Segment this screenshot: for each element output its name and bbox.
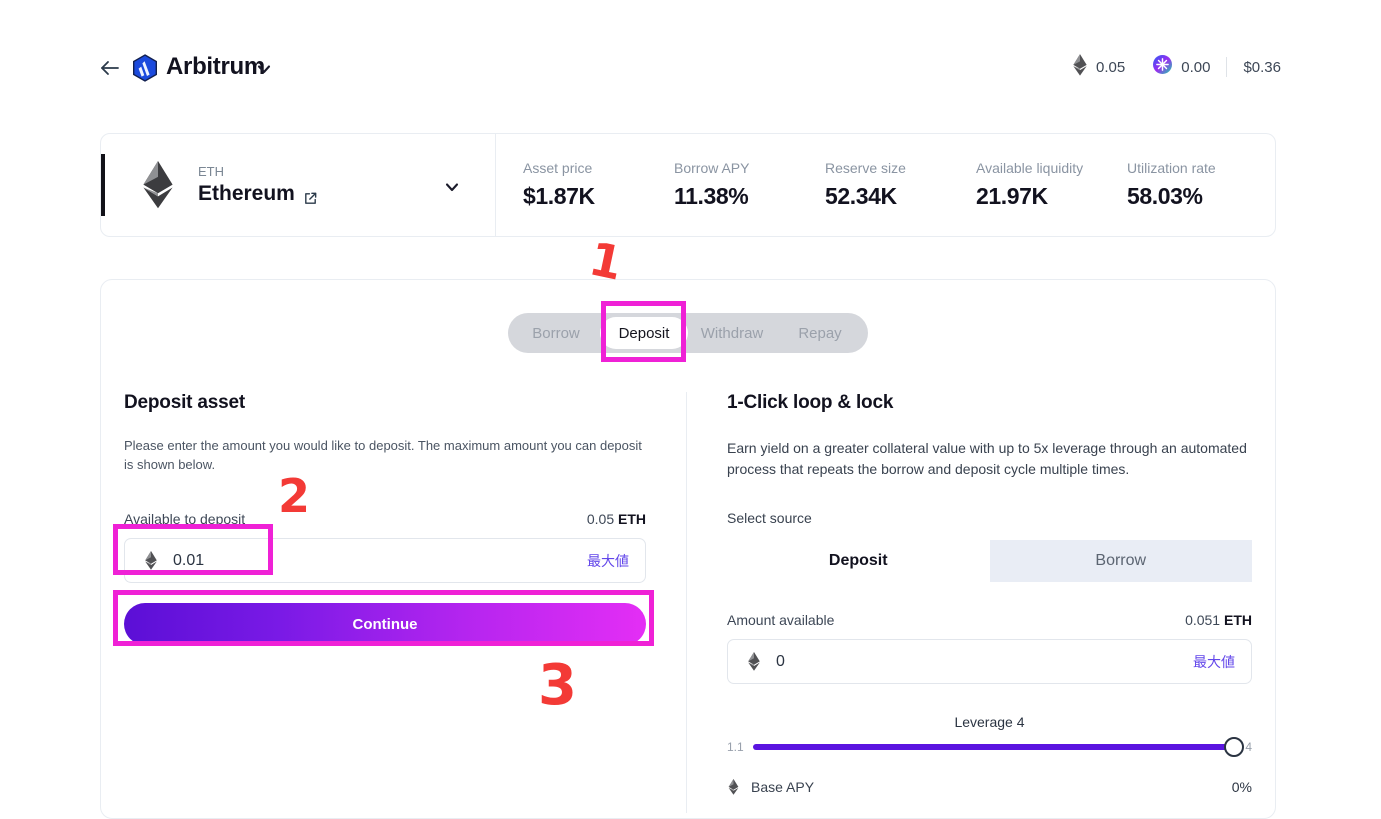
loop-and-lock-section: 1-Click loop & lock Earn yield on a grea… — [727, 392, 1252, 795]
stat-utilization-rate: Utilization rate 58.03% — [1127, 159, 1216, 211]
stat-borrow-apy: Borrow APY 11.38% — [674, 159, 825, 211]
leverage-slider-row: 1.1 4 — [727, 737, 1252, 757]
amount-available-section: Amount available 0.051 ETH 最大値 — [727, 612, 1252, 684]
asset-stats: Asset price $1.87K Borrow APY 11.38% Res… — [496, 134, 1275, 236]
base-apy-label: Base APY — [751, 779, 815, 795]
loop-amount-input-box[interactable]: 最大値 — [727, 639, 1252, 684]
stat-available-liquidity: Available liquidity 21.97K — [976, 159, 1127, 211]
wallet-usd-value: $0.36 — [1243, 58, 1281, 76]
chain-name: Arbitrum — [166, 53, 265, 80]
deposit-description: Please enter the amount you would like t… — [124, 438, 642, 472]
leverage-label: Leverage — [954, 714, 1013, 730]
panel-divider — [686, 392, 687, 813]
stat-reserve-size: Reserve size 52.34K — [825, 159, 976, 211]
ethereum-icon — [727, 779, 740, 795]
stat-label: Utilization rate — [1127, 160, 1216, 176]
amount-available-label: Amount available — [727, 612, 835, 628]
asset-name: Ethereum — [198, 182, 295, 205]
deposit-amount-input[interactable] — [173, 551, 587, 570]
available-amount: 0.05 ETH — [587, 511, 646, 527]
top-bar: Arbitrum 0.05 0.00 $0.36 — [0, 0, 1381, 118]
wallet-balances: 0.05 0.00 $0.36 — [1059, 53, 1281, 81]
leverage-section: Leverage 4 1.1 4 — [727, 714, 1252, 757]
source-toggle: Deposit Borrow — [727, 540, 1252, 582]
deposit-asset-section: Deposit asset Please enter the amount yo… — [124, 392, 646, 645]
leverage-max-label: 4 — [1245, 740, 1252, 754]
available-symbol: ETH — [618, 511, 646, 527]
loop-amount-input[interactable] — [776, 652, 1193, 671]
deposit-max-link[interactable]: 最大値 — [587, 551, 629, 571]
ethereum-icon — [746, 652, 762, 671]
stat-value: 11.38% — [674, 183, 749, 209]
leverage-label-row: Leverage 4 — [727, 714, 1252, 730]
amount-available-row: Amount available 0.051 ETH — [727, 612, 1252, 628]
wallet-eth-balance[interactable]: 0.05 — [1059, 53, 1139, 81]
arbitrum-logo-icon — [131, 54, 159, 82]
amount-available-value: 0.051 — [1185, 612, 1221, 628]
leverage-min-label: 1.1 — [727, 740, 744, 754]
stat-label: Asset price — [523, 160, 593, 176]
leverage-value: 4 — [1016, 714, 1025, 730]
amount-available-symbol: ETH — [1224, 612, 1252, 628]
loop-description: Earn yield on a greater collateral value… — [727, 440, 1247, 477]
action-tabs: Borrow Deposit Withdraw Repay — [508, 313, 868, 353]
deposit-title: Deposit asset — [124, 392, 245, 413]
stat-value: 52.34K — [825, 183, 897, 209]
stat-value: 21.97K — [976, 183, 1048, 209]
source-option-borrow[interactable]: Borrow — [989, 540, 1252, 582]
asset-summary-card: ETH Ethereum Asset price $1.87K Borrow A… — [100, 133, 1276, 237]
stat-label: Reserve size — [825, 160, 906, 176]
wallet-token-value: 0.00 — [1181, 58, 1211, 76]
source-option-deposit[interactable]: Deposit — [727, 540, 990, 582]
back-arrow-icon[interactable] — [98, 56, 122, 80]
chevron-down-icon[interactable] — [255, 60, 273, 78]
available-label: Available to deposit — [124, 511, 246, 527]
amount-available-value-group: 0.051 ETH — [1185, 612, 1252, 628]
stat-value: $1.87K — [523, 183, 595, 209]
asset-name-row: Ethereum — [198, 180, 318, 207]
tab-repay[interactable]: Repay — [776, 317, 864, 349]
stat-label: Available liquidity — [976, 160, 1084, 176]
star-token-icon — [1153, 55, 1173, 79]
chevron-down-icon[interactable] — [443, 178, 461, 196]
asset-symbol: ETH — [198, 164, 224, 179]
loop-title: 1-Click loop & lock — [727, 392, 894, 413]
ethereum-icon — [137, 161, 179, 209]
leverage-slider-thumb[interactable] — [1224, 737, 1245, 757]
wallet-token-balance[interactable]: 0.00 — [1139, 55, 1224, 79]
loop-max-link[interactable]: 最大値 — [1193, 652, 1235, 672]
available-value: 0.05 — [586, 511, 615, 527]
base-apy-value: 0% — [1231, 779, 1252, 795]
leverage-slider-track[interactable] — [752, 737, 1245, 757]
stat-value: 58.03% — [1127, 183, 1203, 209]
asset-selector[interactable]: ETH Ethereum — [101, 134, 496, 236]
ethereum-icon — [143, 551, 159, 570]
available-to-deposit-row: Available to deposit 0.05 ETH — [124, 511, 646, 527]
tab-withdraw[interactable]: Withdraw — [688, 317, 776, 349]
stat-asset-price: Asset price $1.87K — [523, 159, 674, 211]
stat-label: Borrow APY — [674, 160, 750, 176]
continue-button[interactable]: Continue — [124, 603, 646, 645]
select-source-label: Select source — [727, 510, 812, 526]
base-apy-row: Base APY 0% — [727, 779, 1252, 795]
deposit-amount-input-box[interactable]: 最大値 — [124, 538, 646, 583]
ethereum-icon — [1073, 53, 1087, 81]
tab-deposit[interactable]: Deposit — [600, 317, 688, 349]
external-link-icon[interactable] — [303, 186, 318, 204]
asset-accent-bar — [101, 154, 105, 216]
tab-borrow[interactable]: Borrow — [512, 317, 600, 349]
wallet-divider — [1226, 57, 1228, 77]
wallet-eth-value: 0.05 — [1096, 58, 1126, 76]
